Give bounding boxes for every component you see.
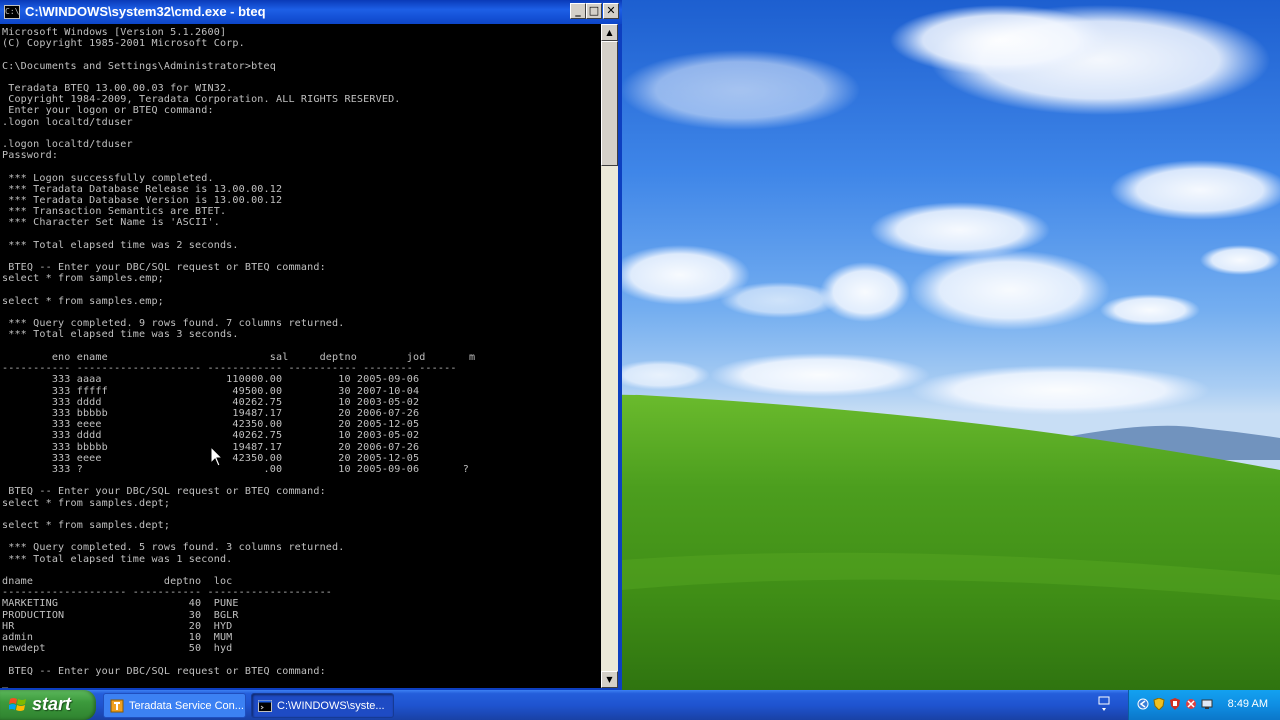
taskbar: start Teradata Service Con... C:\WINDOWS… xyxy=(0,690,1280,720)
console-line: MARKETING 40 PUNE xyxy=(2,598,239,610)
console-line: ----------- -------------------- -------… xyxy=(2,363,457,375)
console-line: Microsoft Windows [Version 5.1.2600] xyxy=(2,27,227,38)
console-line: Password: xyxy=(2,150,59,162)
console-line: 333 dddd 40262.75 10 2003-05-02 xyxy=(2,430,420,442)
console-line: Copyright 1984-2009, Teradata Corporatio… xyxy=(2,94,401,106)
console-line: select * from samples.emp; xyxy=(2,273,164,285)
taskbar-item-cmd[interactable]: C:\WINDOWS\syste... xyxy=(251,693,394,718)
console-window[interactable]: C:\ C:\WINDOWS\system32\cmd.exe - bteq _… xyxy=(0,0,622,690)
vertical-scrollbar[interactable]: ▲ ▼ xyxy=(601,24,618,688)
display-icon[interactable] xyxy=(1201,698,1213,710)
minimize-button[interactable]: _ xyxy=(570,3,586,19)
console-line: *** Total elapsed time was 1 second. xyxy=(2,553,233,565)
taskbar-item-teradata-service[interactable]: Teradata Service Con... xyxy=(103,693,246,718)
console-line: -------------------- ----------- -------… xyxy=(2,587,333,599)
console-line: *** Logon successfully completed. xyxy=(2,172,214,184)
network-icon[interactable] xyxy=(1137,698,1149,710)
scroll-down-button[interactable]: ▼ xyxy=(601,671,618,688)
antivirus-icon[interactable] xyxy=(1185,698,1197,710)
console-line: .logon localtd/tduser xyxy=(2,139,133,151)
start-label: start xyxy=(32,694,72,714)
console-line: *** Teradata Database Release is 13.00.0… xyxy=(2,183,283,195)
console-line: *** Transaction Semantics are BTET. xyxy=(2,206,227,218)
console-line: PRODUCTION 30 BGLR xyxy=(2,609,239,621)
console-line: 333 eeee 42350.00 20 2005-12-05 xyxy=(2,419,420,431)
console-line: *** Teradata Database Version is 13.00.0… xyxy=(2,195,283,207)
start-button[interactable]: start xyxy=(0,690,96,720)
console-line: (C) Copyright 1985-2001 Microsoft Corp. xyxy=(2,38,245,50)
console-line: .logon localtd/tduser xyxy=(2,116,133,128)
system-tray: 8:49 AM xyxy=(1128,690,1280,720)
teradata-service-icon xyxy=(110,699,124,713)
scroll-up-button[interactable]: ▲ xyxy=(601,24,618,41)
maximize-button[interactable]: □ xyxy=(586,3,602,19)
console-line: 333 dddd 40262.75 10 2003-05-02 xyxy=(2,396,420,408)
console-line: _ xyxy=(2,676,9,688)
console-line: Enter your logon or BTEQ command: xyxy=(2,105,214,117)
cmd-icon xyxy=(258,700,272,712)
console-line: *** Query completed. 9 rows found. 7 col… xyxy=(2,318,345,330)
console-line: newdept 50 hyd xyxy=(2,643,233,655)
console-line: admin 10 MUM xyxy=(2,631,233,643)
console-line: dname deptno loc xyxy=(2,575,233,587)
console-line: BTEQ -- Enter your DBC/SQL request or BT… xyxy=(2,665,326,677)
close-button[interactable]: ✕ xyxy=(603,3,619,19)
console-text: Microsoft Windows [Version 5.1.2600] (C)… xyxy=(0,24,601,688)
window-titlebar[interactable]: C:\ C:\WINDOWS\system32\cmd.exe - bteq _… xyxy=(0,0,622,24)
console-line: 333 bbbbb 19487.17 20 2006-07-26 xyxy=(2,407,420,419)
window-border-right xyxy=(618,24,622,690)
mouse-cursor-icon xyxy=(210,446,224,467)
security-icon[interactable] xyxy=(1169,698,1181,710)
console-line: 333 aaaa 110000.00 10 2005-09-06 xyxy=(2,374,420,386)
console-line: *** Total elapsed time was 2 seconds. xyxy=(2,239,239,251)
scroll-thumb[interactable] xyxy=(601,41,618,166)
windows-logo-icon xyxy=(9,698,26,711)
console-line: select * from samples.dept; xyxy=(2,497,171,509)
shield-icon[interactable] xyxy=(1153,698,1165,710)
console-line: BTEQ -- Enter your DBC/SQL request or BT… xyxy=(2,486,326,498)
taskbar-item-label: Teradata Service Con... xyxy=(129,700,244,712)
console-line: select * from samples.emp; xyxy=(2,295,164,307)
taskbar-item-label: C:\WINDOWS\syste... xyxy=(277,700,385,712)
console-line: C:\Documents and Settings\Administrator>… xyxy=(2,60,276,72)
console-line: select * from samples.dept; xyxy=(2,519,171,531)
cmd-icon: C:\ xyxy=(4,5,20,19)
window-title: C:\WINDOWS\system32\cmd.exe - bteq xyxy=(25,4,266,19)
console-output[interactable]: Microsoft Windows [Version 5.1.2600] (C)… xyxy=(0,24,601,688)
console-line: eno ename sal deptno jod m xyxy=(2,351,476,363)
console-line: *** Character Set Name is 'ASCII'. xyxy=(2,217,220,229)
console-line: *** Query completed. 5 rows found. 3 col… xyxy=(2,542,345,554)
clock[interactable]: 8:49 AM xyxy=(1228,698,1268,710)
tray-expand-icon[interactable] xyxy=(1097,695,1113,715)
console-line: 333 fffff 49500.00 30 2007-10-04 xyxy=(2,385,420,397)
console-line: Teradata BTEQ 13.00.00.03 for WIN32. xyxy=(2,83,233,95)
console-line: 333 ? .00 10 2005-09-06 ? xyxy=(2,463,470,475)
console-line: HR 20 HYD xyxy=(2,620,233,632)
console-line: BTEQ -- Enter your DBC/SQL request or BT… xyxy=(2,262,326,274)
console-line: *** Total elapsed time was 3 seconds. xyxy=(2,329,239,341)
